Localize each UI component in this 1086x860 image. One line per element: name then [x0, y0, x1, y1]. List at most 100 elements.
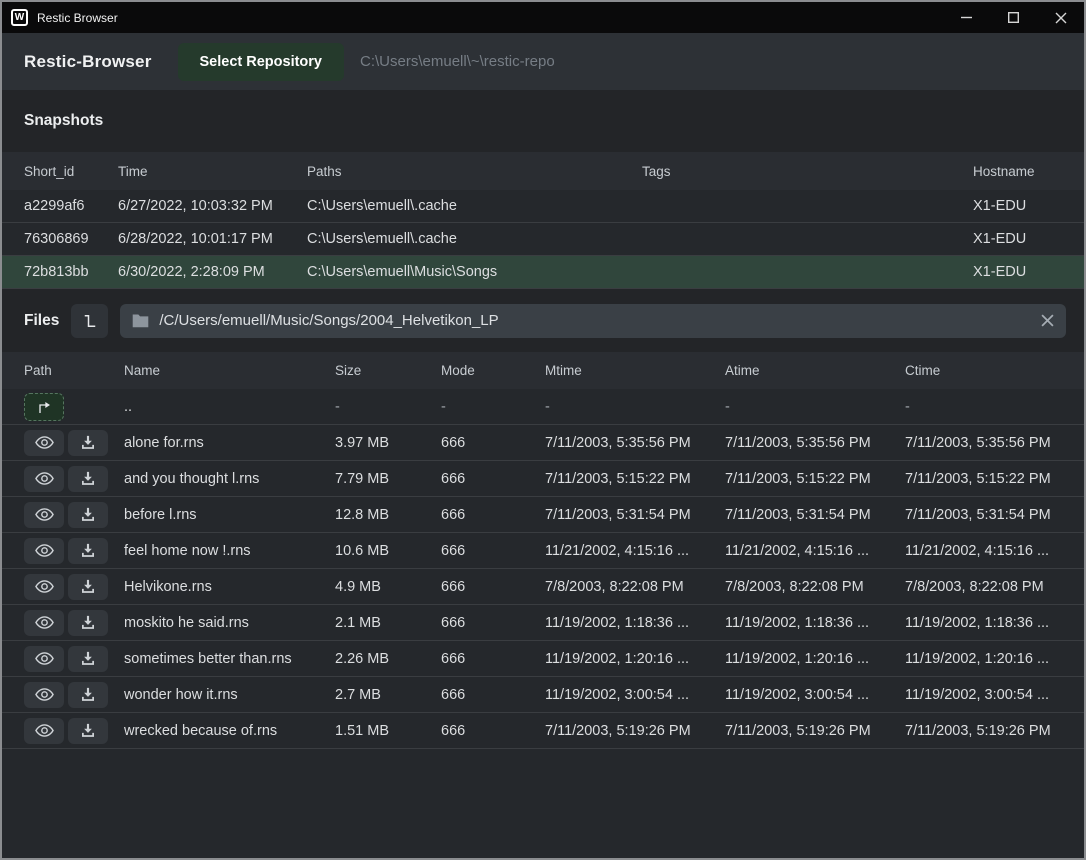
maximize-button[interactable]: [990, 2, 1037, 33]
arrow-up-right-icon: [36, 400, 52, 414]
view-file-button[interactable]: [24, 430, 64, 456]
download-file-button[interactable]: [68, 646, 108, 672]
file-ctime: -: [905, 399, 1062, 415]
eye-icon: [35, 435, 54, 450]
files-section-title: Files: [24, 312, 59, 330]
file-row: feel home now !.rns 10.6 MB 666 11/21/20…: [2, 533, 1084, 569]
file-name: and you thought l.rns: [124, 471, 335, 487]
file-atime: 11/19/2002, 1:20:16 ...: [725, 651, 905, 667]
download-file-button[interactable]: [68, 718, 108, 744]
file-ctime: 11/19/2002, 1:18:36 ...: [905, 615, 1062, 631]
file-row: alone for.rns 3.97 MB 666 7/11/2003, 5:3…: [2, 425, 1084, 461]
file-mtime: 7/11/2003, 5:15:22 PM: [545, 471, 725, 487]
snapshot-time: 6/30/2022, 2:28:09 PM: [118, 264, 307, 280]
download-file-button[interactable]: [68, 538, 108, 564]
file-atime: 7/11/2003, 5:19:26 PM: [725, 723, 905, 739]
column-header-tags: Tags: [642, 164, 973, 179]
file-size: 7.79 MB: [335, 471, 441, 487]
clear-path-button[interactable]: [1041, 314, 1054, 327]
download-icon: [80, 651, 96, 666]
parent-directory-button[interactable]: [24, 393, 64, 421]
snapshot-row[interactable]: a2299af6 6/27/2022, 10:03:32 PM C:\Users…: [2, 190, 1084, 223]
snapshot-row[interactable]: 76306869 6/28/2022, 10:01:17 PM C:\Users…: [2, 223, 1084, 256]
file-mtime: 7/11/2003, 5:31:54 PM: [545, 507, 725, 523]
minimize-icon: [961, 12, 972, 23]
column-header-ctime: Ctime: [905, 363, 1062, 378]
file-size: 2.1 MB: [335, 615, 441, 631]
files-level-button[interactable]: [71, 304, 108, 338]
minimize-button[interactable]: [943, 2, 990, 33]
file-ctime: 7/11/2003, 5:31:54 PM: [905, 507, 1062, 523]
file-row: wrecked because of.rns 1.51 MB 666 7/11/…: [2, 713, 1084, 749]
file-atime: 7/11/2003, 5:15:22 PM: [725, 471, 905, 487]
view-file-button[interactable]: [24, 538, 64, 564]
snapshot-paths: C:\Users\emuell\Music\Songs: [307, 264, 642, 280]
download-file-button[interactable]: [68, 682, 108, 708]
app-header: Restic-Browser Select Repository C:\User…: [2, 33, 1084, 90]
files-path-input[interactable]: /C/Users/emuell/Music/Songs/2004_Helveti…: [120, 304, 1066, 338]
file-atime: 11/21/2002, 4:15:16 ...: [725, 543, 905, 559]
file-mode: 666: [441, 507, 545, 523]
column-header-time: Time: [118, 164, 307, 179]
download-file-button[interactable]: [68, 610, 108, 636]
eye-icon: [35, 507, 54, 522]
snapshot-row-selected[interactable]: 72b813bb 6/30/2022, 2:28:09 PM C:\Users\…: [2, 256, 1084, 289]
view-file-button[interactable]: [24, 646, 64, 672]
download-file-button[interactable]: [68, 466, 108, 492]
file-atime: 11/19/2002, 1:18:36 ...: [725, 615, 905, 631]
file-mode: 666: [441, 435, 545, 451]
snapshot-hostname: X1-EDU: [973, 231, 1062, 247]
snapshot-paths: C:\Users\emuell\.cache: [307, 198, 642, 214]
app-title: Restic-Browser: [24, 52, 152, 72]
snapshot-short-id: 76306869: [24, 231, 118, 247]
file-size: 12.8 MB: [335, 507, 441, 523]
file-size: 2.26 MB: [335, 651, 441, 667]
file-mode: 666: [441, 651, 545, 667]
file-mode: 666: [441, 579, 545, 595]
file-atime: -: [725, 399, 905, 415]
view-file-button[interactable]: [24, 610, 64, 636]
view-file-button[interactable]: [24, 502, 64, 528]
view-file-button[interactable]: [24, 574, 64, 600]
file-row: before l.rns 12.8 MB 666 7/11/2003, 5:31…: [2, 497, 1084, 533]
download-file-button[interactable]: [68, 574, 108, 600]
snapshot-time: 6/28/2022, 10:01:17 PM: [118, 231, 307, 247]
app-window: W Restic Browser Restic-Browser Select R…: [0, 0, 1086, 860]
view-file-button[interactable]: [24, 466, 64, 492]
download-file-button[interactable]: [68, 502, 108, 528]
level-indent-icon: [81, 312, 99, 330]
column-header-path: Path: [24, 363, 124, 378]
file-mode: 666: [441, 615, 545, 631]
view-file-button[interactable]: [24, 682, 64, 708]
column-header-mtime: Mtime: [545, 363, 725, 378]
column-header-hostname: Hostname: [973, 164, 1062, 179]
file-name: wrecked because of.rns: [124, 723, 335, 739]
app-logo-icon: W: [11, 9, 28, 26]
view-file-button[interactable]: [24, 718, 64, 744]
file-atime: 7/11/2003, 5:31:54 PM: [725, 507, 905, 523]
file-mode: 666: [441, 471, 545, 487]
eye-icon: [35, 471, 54, 486]
close-button[interactable]: [1037, 2, 1084, 33]
column-header-paths: Paths: [307, 164, 642, 179]
files-table-body: alone for.rns 3.97 MB 666 7/11/2003, 5:3…: [2, 425, 1084, 749]
file-ctime: 7/8/2003, 8:22:08 PM: [905, 579, 1062, 595]
file-mode: -: [441, 399, 545, 415]
download-file-button[interactable]: [68, 430, 108, 456]
file-mtime: 7/8/2003, 8:22:08 PM: [545, 579, 725, 595]
snapshot-short-id: a2299af6: [24, 198, 118, 214]
download-icon: [80, 543, 96, 558]
file-name: alone for.rns: [124, 435, 335, 451]
snapshot-short-id: 72b813bb: [24, 264, 118, 280]
select-repository-button[interactable]: Select Repository: [178, 43, 345, 81]
snapshots-section-title: Snapshots: [24, 112, 103, 130]
titlebar: W Restic Browser: [2, 2, 1084, 33]
close-icon: [1041, 314, 1054, 327]
file-mtime: 11/21/2002, 4:15:16 ...: [545, 543, 725, 559]
file-row: and you thought l.rns 7.79 MB 666 7/11/2…: [2, 461, 1084, 497]
file-mtime: 11/19/2002, 1:18:36 ...: [545, 615, 725, 631]
snapshot-hostname: X1-EDU: [973, 198, 1062, 214]
eye-icon: [35, 543, 54, 558]
file-size: -: [335, 399, 441, 415]
file-name: before l.rns: [124, 507, 335, 523]
